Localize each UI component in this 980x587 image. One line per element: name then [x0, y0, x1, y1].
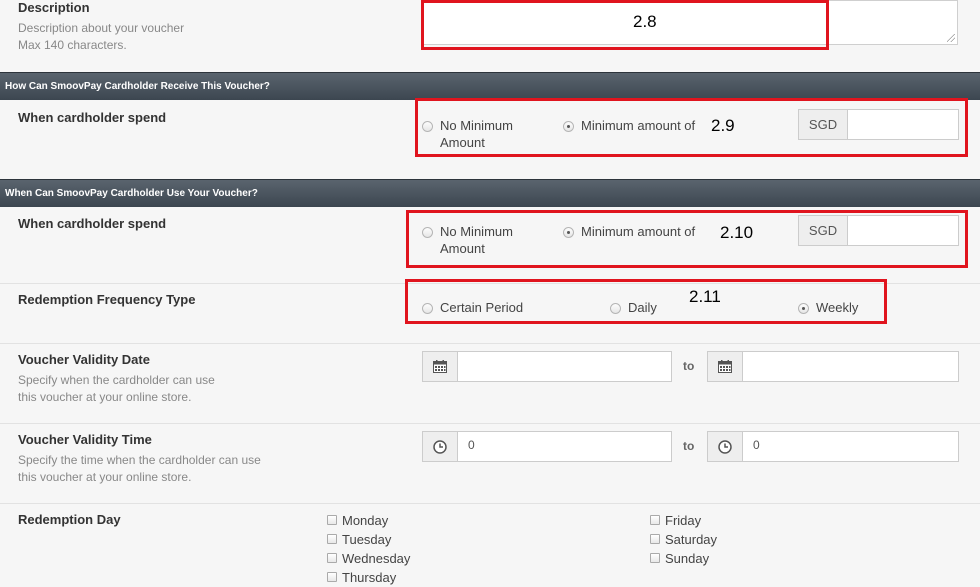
day-wednesday-checkbox[interactable]	[327, 553, 337, 563]
day-monday-checkbox[interactable]	[327, 515, 337, 525]
resize-handle-icon[interactable]	[947, 34, 955, 42]
row-divider	[0, 343, 980, 344]
redemption-day-label: Redemption Day	[18, 512, 121, 527]
day-thursday-checkbox[interactable]	[327, 572, 337, 582]
receive-spend-label: When cardholder spend	[18, 110, 167, 125]
annotation-box-2-9	[415, 98, 968, 157]
date-to-input[interactable]	[742, 351, 959, 382]
time-to-clock-button[interactable]	[707, 431, 743, 462]
day-tuesday-label: Tuesday	[342, 532, 392, 547]
date-from-input[interactable]	[457, 351, 672, 382]
section-header-receive: How Can SmoovPay Cardholder Receive This…	[0, 72, 980, 100]
validity-time-help-line2: this voucher at your online store.	[18, 470, 192, 484]
calendar-icon	[718, 360, 732, 373]
time-from-clock-button[interactable]	[422, 431, 458, 462]
time-from-input[interactable]: 0	[457, 431, 672, 462]
description-help-line2: Max 140 characters.	[18, 38, 127, 52]
validity-date-help-line2: this voucher at your online store.	[18, 390, 192, 404]
validity-time-help-line1: Specify the time when the cardholder can…	[18, 453, 261, 467]
annotation-box-2-10	[406, 210, 968, 268]
clock-icon	[718, 440, 732, 454]
use-spend-label: When cardholder spend	[18, 216, 167, 231]
day-sunday-label: Sunday	[665, 551, 710, 566]
calendar-icon	[433, 360, 447, 373]
day-monday-label: Monday	[342, 513, 389, 528]
day-wednesday-label: Wednesday	[342, 551, 411, 566]
day-friday-label: Friday	[665, 513, 702, 528]
date-from-calendar-button[interactable]	[422, 351, 458, 382]
day-tuesday-checkbox[interactable]	[327, 534, 337, 544]
annotation-box-2-8	[421, 0, 829, 50]
description-label: Description	[18, 0, 90, 15]
section-header-use: When Can SmoovPay Cardholder Use Your Vo…	[0, 179, 980, 207]
date-to-calendar-button[interactable]	[707, 351, 743, 382]
time-to-label: to	[683, 439, 695, 453]
day-friday-checkbox[interactable]	[650, 515, 660, 525]
row-divider	[0, 503, 980, 504]
frequency-label: Redemption Frequency Type	[18, 292, 196, 307]
clock-icon	[433, 440, 447, 454]
time-to-input[interactable]: 0	[742, 431, 959, 462]
day-thursday-label: Thursday	[342, 570, 397, 585]
date-to-label: to	[683, 359, 695, 373]
description-help-line1: Description about your voucher	[18, 21, 185, 35]
annotation-label-2-8: 2.8	[633, 12, 657, 31]
validity-time-label: Voucher Validity Time	[18, 432, 152, 447]
day-saturday-label: Saturday	[665, 532, 718, 547]
annotation-box-2-11	[405, 279, 887, 324]
validity-date-label: Voucher Validity Date	[18, 352, 150, 367]
validity-date-help-line1: Specify when the cardholder can use	[18, 373, 215, 387]
row-divider	[0, 423, 980, 424]
day-sunday-checkbox[interactable]	[650, 553, 660, 563]
day-saturday-checkbox[interactable]	[650, 534, 660, 544]
